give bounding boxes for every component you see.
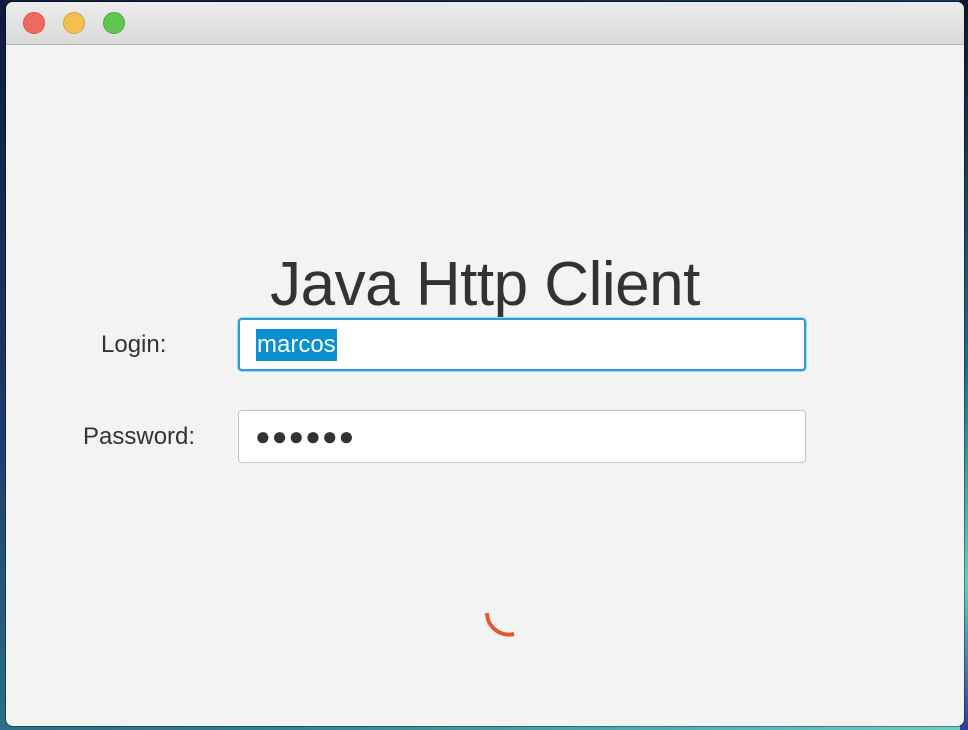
password-label: Password: [83, 423, 196, 450]
login-label: Login: [101, 331, 167, 358]
minimize-window-button[interactable] [63, 12, 85, 34]
close-window-button[interactable] [23, 12, 45, 34]
loading-spinner-icon [485, 612, 515, 637]
login-input-value: marcos [256, 328, 337, 361]
maximize-window-button[interactable] [103, 12, 125, 34]
window-titlebar[interactable] [6, 2, 964, 45]
password-input-value: ●●●●●● [255, 421, 356, 451]
password-input[interactable]: ●●●●●● [238, 410, 806, 463]
page-title: Java Http Client [270, 250, 700, 319]
app-window: Java Http Client Login: marcos Password:… [6, 2, 964, 726]
login-form: Java Http Client Login: marcos Password:… [6, 45, 964, 726]
login-input[interactable]: marcos [238, 318, 806, 371]
